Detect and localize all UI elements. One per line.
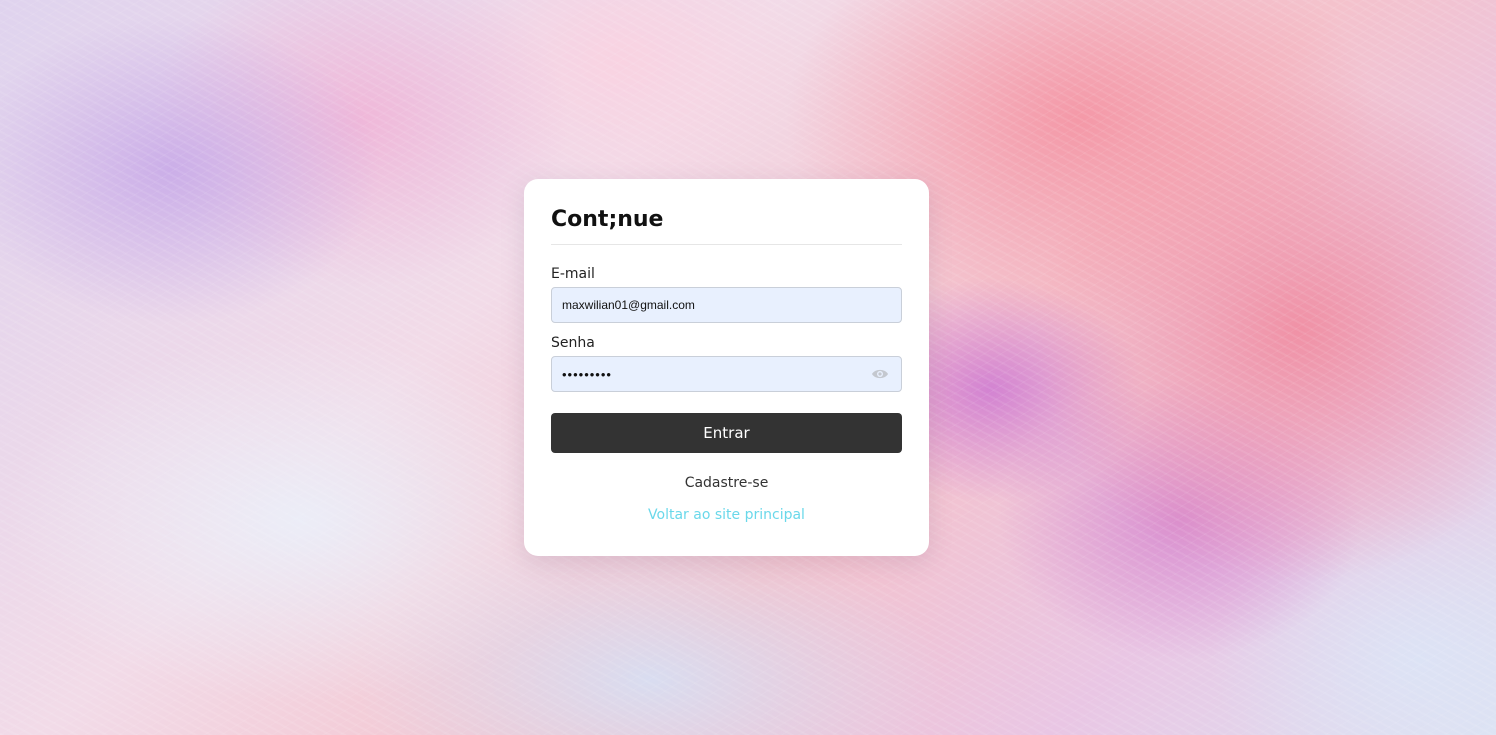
back-to-site-link[interactable]: Voltar ao site principal — [551, 505, 902, 525]
register-link[interactable]: Cadastre-se — [551, 473, 902, 493]
email-field-wrapper — [551, 287, 902, 323]
brand-title: Cont;nue — [551, 179, 902, 245]
eye-icon[interactable] — [871, 367, 889, 381]
email-field[interactable] — [551, 287, 902, 323]
login-card: Cont;nue E-mail Senha Entrar Cadastre-se… — [524, 179, 929, 556]
email-label: E-mail — [551, 266, 595, 282]
password-label: Senha — [551, 335, 595, 351]
password-field[interactable] — [551, 356, 902, 392]
password-field-wrapper — [551, 356, 902, 392]
login-button[interactable]: Entrar — [551, 413, 902, 453]
